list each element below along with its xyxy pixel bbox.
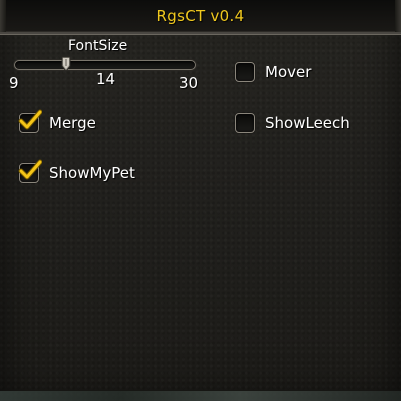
mover-label: Mover [265, 63, 312, 81]
show-leech-checkbox[interactable] [235, 113, 255, 133]
merge-checkbox[interactable] [18, 109, 42, 133]
font-size-slider-label: FontSize [68, 38, 128, 54]
font-size-slider-thumb[interactable] [61, 56, 71, 72]
checkmark-icon [18, 159, 42, 180]
merge-label: Merge [49, 114, 96, 132]
checkmark-icon [18, 109, 42, 130]
show-my-pet-checkbox[interactable] [18, 159, 42, 183]
title-bar[interactable]: RgsCT v0.4 [0, 0, 401, 34]
background-strip [0, 391, 401, 401]
font-size-slider-track[interactable] [14, 60, 196, 70]
font-size-max-label: 30 [179, 74, 199, 92]
show-leech-label: ShowLeech [265, 114, 350, 132]
font-size-min-label: 9 [9, 74, 19, 92]
slider-thumb-icon [61, 56, 71, 72]
window-title: RgsCT v0.4 [156, 7, 245, 25]
show-my-pet-label: ShowMyPet [49, 164, 135, 182]
mover-checkbox[interactable] [235, 62, 255, 82]
font-size-value-label: 14 [96, 70, 116, 88]
